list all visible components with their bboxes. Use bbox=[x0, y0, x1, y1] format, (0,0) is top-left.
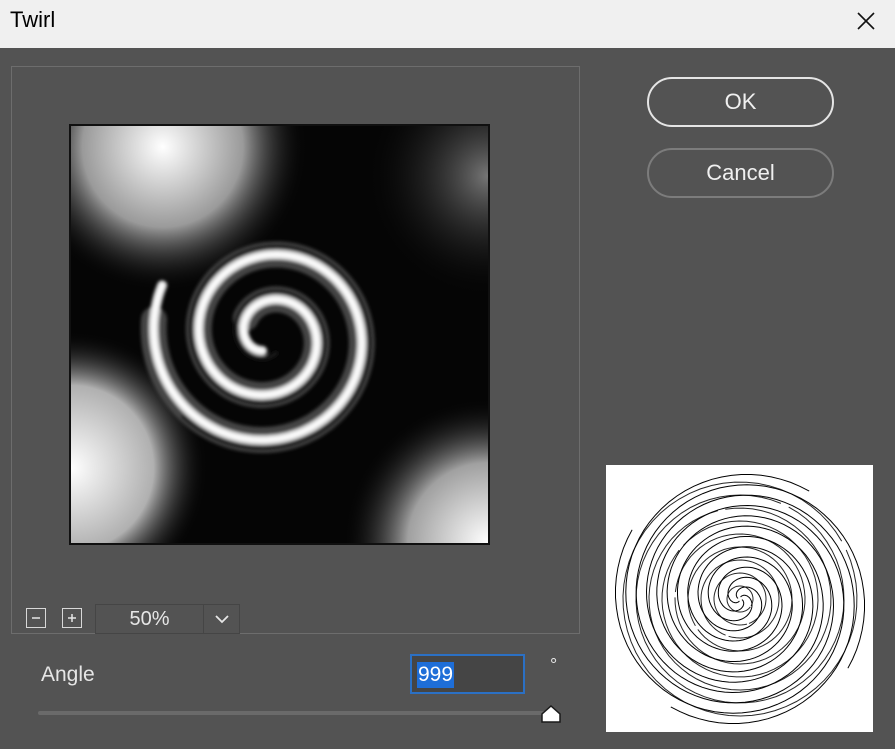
zoom-level-select[interactable]: 50% bbox=[95, 604, 240, 634]
cancel-button[interactable]: Cancel bbox=[647, 148, 834, 198]
preview-image[interactable] bbox=[69, 124, 490, 545]
angle-input-value: 999 bbox=[417, 662, 455, 688]
twirl-preview-graphic bbox=[71, 126, 488, 543]
title-bar: Twirl bbox=[0, 0, 895, 48]
close-button[interactable] bbox=[851, 6, 881, 36]
plus-icon bbox=[68, 614, 76, 622]
zoom-level-value: 50% bbox=[96, 605, 204, 633]
minus-icon bbox=[32, 617, 40, 619]
dialog-title: Twirl bbox=[10, 7, 56, 32]
zoom-out-button[interactable] bbox=[26, 608, 46, 628]
chevron-down-icon bbox=[214, 615, 229, 624]
angle-slider-thumb[interactable] bbox=[539, 704, 563, 724]
angle-input[interactable]: 999 bbox=[410, 654, 525, 694]
twirl-grid-preview bbox=[606, 465, 873, 732]
angle-label: Angle bbox=[41, 663, 95, 686]
ok-button[interactable]: OK bbox=[647, 77, 834, 127]
close-icon bbox=[857, 12, 875, 30]
degree-unit: ° bbox=[550, 655, 558, 675]
spiral-grid-graphic bbox=[615, 474, 865, 724]
zoom-dropdown-button[interactable] bbox=[204, 605, 239, 633]
angle-slider-track[interactable] bbox=[38, 711, 551, 715]
zoom-in-button[interactable] bbox=[62, 608, 82, 628]
preview-panel: 50% bbox=[11, 66, 580, 634]
